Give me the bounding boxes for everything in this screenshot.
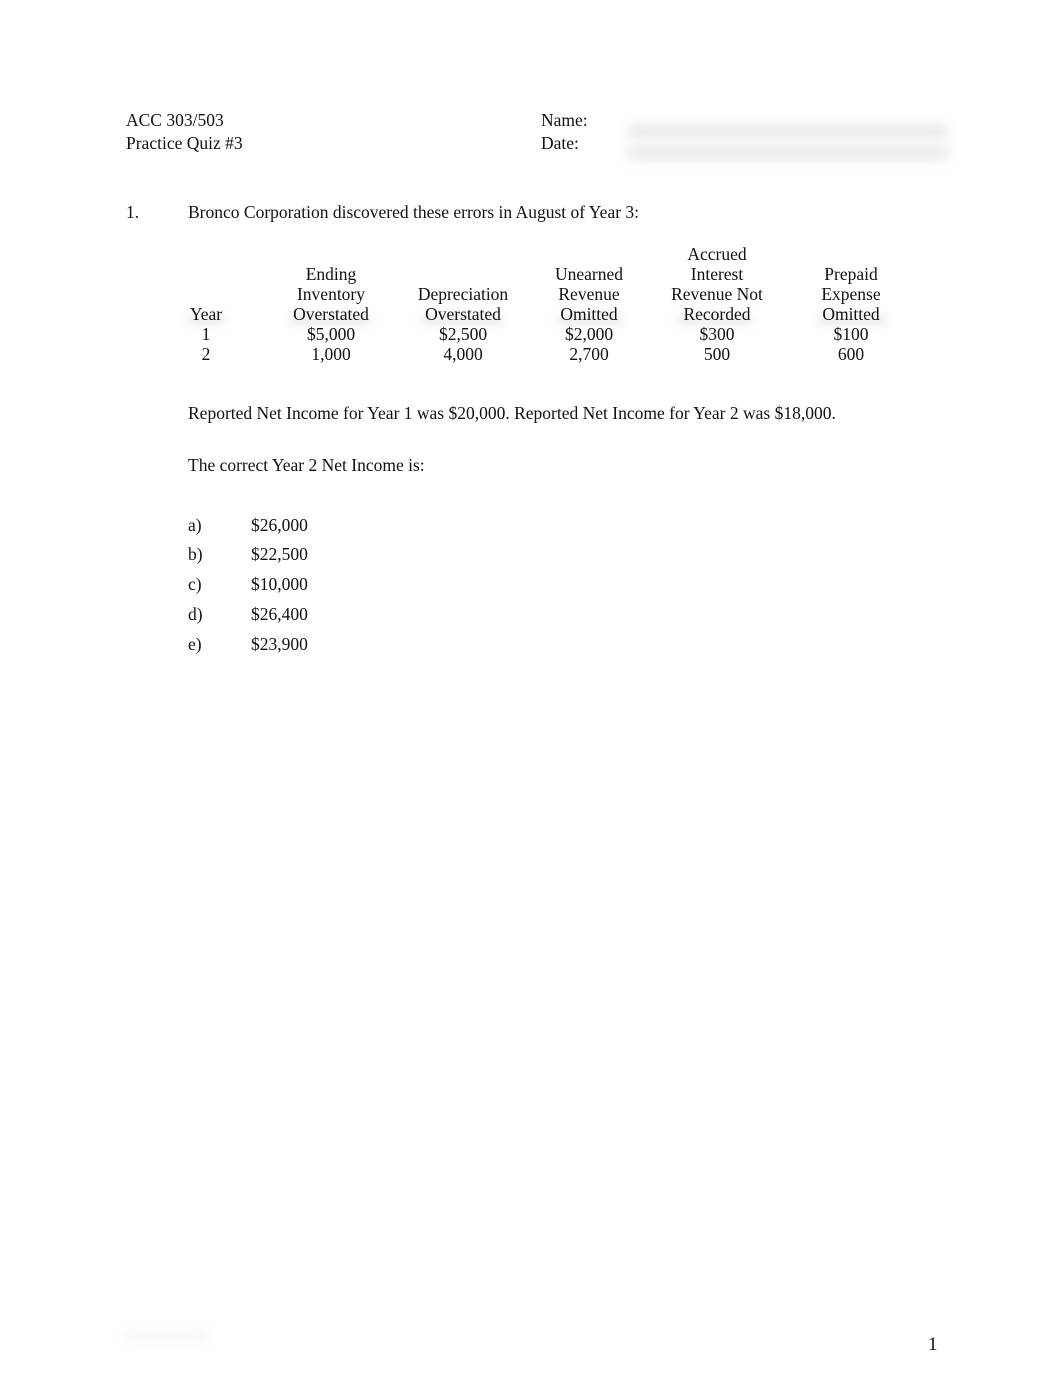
column-header: Revenue <box>558 284 620 304</box>
date-label: Date: <box>541 133 579 153</box>
table-cell: 1,000 <box>311 344 351 364</box>
table-cell: $300 <box>699 324 735 344</box>
column-header: Omitted <box>560 304 618 324</box>
column-header: Year <box>189 304 223 324</box>
column-header: Interest <box>690 264 744 284</box>
column-header <box>276 244 386 264</box>
column-header <box>796 244 906 264</box>
column-header: Overstated <box>425 304 501 324</box>
page-number: 1 <box>928 1334 938 1355</box>
course-code: ACC 303/503 <box>126 110 224 130</box>
column-header <box>408 244 518 264</box>
quiz-title: Practice Quiz #3 <box>126 133 243 153</box>
column-header <box>534 244 644 264</box>
column-header <box>408 264 518 284</box>
table-cell: $5,000 <box>306 324 356 344</box>
column-header: Overstated <box>293 304 369 324</box>
table-column-year: Year 1 2 <box>168 244 244 364</box>
table-column-unearned-revenue: Unearned Revenue Omitted $2,000 2,700 <box>534 244 644 364</box>
column-header: Ending <box>305 264 357 284</box>
option-letter: c) <box>188 574 202 594</box>
table-cell: 1 <box>201 324 211 344</box>
table-cell: 600 <box>837 344 865 364</box>
reported-income-text: Reported Net Income for Year 1 was $20,0… <box>188 403 836 423</box>
table-cell: 4,000 <box>443 344 483 364</box>
option-value: $22,500 <box>251 544 308 564</box>
column-header: Omitted <box>822 304 880 324</box>
footer-redacted <box>124 1334 210 1340</box>
table-cell: 500 <box>703 344 731 364</box>
column-header: Revenue Not <box>671 284 763 304</box>
option-value: $26,400 <box>251 604 308 624</box>
option-letter: b) <box>188 544 203 564</box>
question-number: 1. <box>126 202 140 222</box>
option-letter: a) <box>188 515 202 535</box>
name-label: Name: <box>541 110 588 130</box>
table-cell: $100 <box>833 324 869 344</box>
name-field-redacted <box>628 124 948 138</box>
column-header: Unearned <box>554 264 624 284</box>
question-prompt: Bronco Corporation discovered these erro… <box>188 202 640 222</box>
table-column-ending-inventory: Ending Inventory Overstated $5,000 1,000 <box>276 244 386 364</box>
table-cell: 2,700 <box>569 344 609 364</box>
column-header: Prepaid <box>824 264 878 284</box>
table-column-accrued-interest: Accrued Interest Revenue Not Recorded $3… <box>657 244 777 364</box>
table-column-prepaid-expense: Prepaid Expense Omitted $100 600 <box>796 244 906 364</box>
option-value: $10,000 <box>251 574 308 594</box>
table-column-depreciation: Depreciation Overstated $2,500 4,000 <box>408 244 518 364</box>
column-header <box>168 284 244 304</box>
date-field-redacted <box>628 146 948 160</box>
table-cell: $2,500 <box>438 324 488 344</box>
column-header <box>168 244 244 264</box>
column-header: Depreciation <box>417 284 509 304</box>
column-header: Recorded <box>683 304 751 324</box>
table-cell: 2 <box>201 344 211 364</box>
option-value: $23,900 <box>251 634 308 654</box>
column-header <box>168 264 244 284</box>
table-cell: $2,000 <box>564 324 614 344</box>
column-header: Inventory <box>296 284 366 304</box>
option-letter: e) <box>188 634 202 654</box>
option-letter: d) <box>188 604 203 624</box>
column-header: Accrued <box>687 244 747 264</box>
column-header: Expense <box>821 284 881 304</box>
question-ask: The correct Year 2 Net Income is: <box>188 455 425 475</box>
option-value: $26,000 <box>251 515 308 535</box>
